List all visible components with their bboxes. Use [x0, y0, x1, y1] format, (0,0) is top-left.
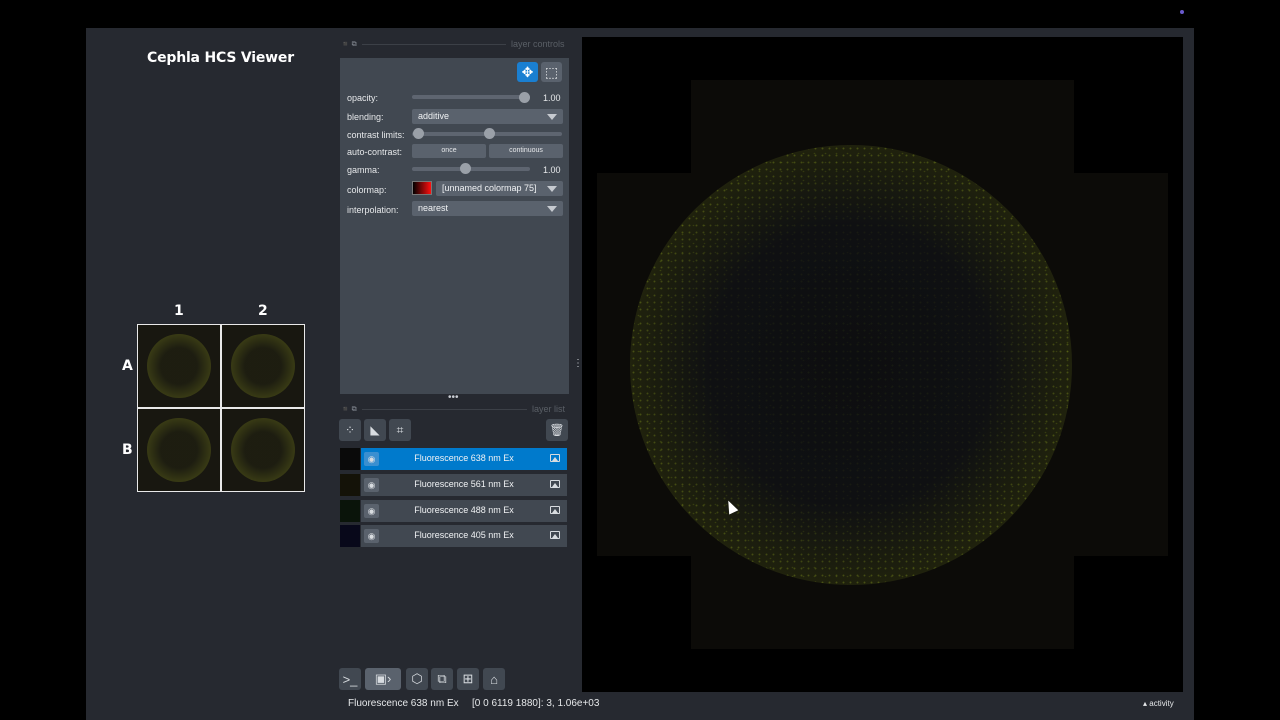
plate-row-label: B: [122, 442, 133, 458]
chevron-down-icon: [547, 206, 557, 212]
fluorescence-signal: [630, 145, 1072, 585]
layer-row[interactable]: ◉ Fluorescence 638 nm Ex: [340, 448, 567, 470]
image-layer-icon: [550, 531, 560, 539]
2d-3d-toggle-icon[interactable]: ▣›: [365, 668, 401, 690]
activity-toggle[interactable]: ▴ activity: [1143, 699, 1174, 708]
layer-name: Fluorescence 638 nm Ex: [414, 453, 514, 463]
image-layer-icon: [550, 506, 560, 514]
image-canvas[interactable]: [582, 37, 1183, 692]
contrast-limits-label: contrast limits:: [347, 130, 405, 140]
image-layer-icon: [550, 480, 560, 488]
transform-icon[interactable]: ⬚: [541, 62, 562, 82]
gamma-label: gamma:: [347, 165, 380, 175]
pan-zoom-icon[interactable]: ✥: [517, 62, 538, 82]
gamma-slider[interactable]: [412, 167, 530, 171]
opacity-label: opacity:: [347, 93, 379, 103]
colormap-select[interactable]: [unnamed colormap 75]: [436, 181, 563, 196]
well-b1[interactable]: [138, 409, 220, 491]
status-layer-name: Fluorescence 638 nm Ex: [348, 698, 459, 709]
gamma-slider-handle[interactable]: [460, 163, 471, 174]
delete-layer-icon[interactable]: 🗑: [546, 419, 568, 441]
colormap-swatch[interactable]: [412, 181, 432, 195]
shapes-layer-icon[interactable]: ◣: [364, 419, 386, 441]
auto-contrast-once-button[interactable]: once: [412, 144, 486, 158]
plate-column-label: 2: [258, 303, 268, 319]
layer-name: Fluorescence 488 nm Ex: [414, 505, 514, 515]
dock-divider: [362, 44, 506, 45]
transpose-icon[interactable]: ⧉: [431, 668, 453, 690]
dock-divider: [362, 409, 527, 410]
dock-resize-handle[interactable]: •••: [448, 392, 459, 403]
colormap-value: [unnamed colormap 75]: [442, 183, 537, 193]
opacity-slider[interactable]: [412, 95, 530, 99]
blending-value: additive: [418, 111, 450, 121]
chevron-down-icon: [547, 114, 557, 120]
plate-row-label: A: [122, 358, 133, 374]
well-b2[interactable]: [222, 409, 304, 491]
contrast-min-handle[interactable]: [413, 128, 424, 139]
colormap-label: colormap:: [347, 185, 387, 195]
interpolation-label: interpolation:: [347, 205, 399, 215]
layer-name: Fluorescence 561 nm Ex: [414, 479, 514, 489]
contrast-max-handle[interactable]: [484, 128, 495, 139]
labels-layer-icon[interactable]: ⌗: [389, 419, 411, 441]
console-icon[interactable]: >_: [339, 668, 361, 690]
layer-thumbnail: [340, 500, 360, 522]
layer-name: Fluorescence 405 nm Ex: [414, 530, 514, 540]
indicator-dot: [1180, 10, 1184, 14]
blending-select[interactable]: additive: [412, 109, 563, 124]
blending-label: blending:: [347, 112, 384, 122]
image-layer-icon: [550, 454, 560, 462]
auto-contrast-continuous-button[interactable]: continuous: [489, 144, 563, 158]
interpolation-value: nearest: [418, 203, 449, 213]
home-icon[interactable]: ⌂: [483, 668, 505, 690]
well-a1[interactable]: [138, 325, 220, 407]
opacity-value: 1.00: [543, 93, 561, 103]
auto-contrast-label: auto-contrast:: [347, 147, 403, 157]
layer-row[interactable]: ◉ Fluorescence 561 nm Ex: [340, 474, 567, 496]
opacity-slider-handle[interactable]: [519, 92, 530, 103]
interpolation-select[interactable]: nearest: [412, 201, 563, 216]
layer-thumbnail: [340, 448, 360, 470]
dock-title-layer-controls: layer controls: [511, 39, 565, 49]
layer-row[interactable]: ◉ Fluorescence 488 nm Ex: [340, 500, 567, 522]
grid-icon[interactable]: ⊞: [457, 668, 479, 690]
layer-thumbnail: [340, 525, 360, 547]
layer-thumbnail: [340, 474, 360, 496]
chevron-down-icon: [547, 186, 557, 192]
plate-column-label: 1: [174, 303, 184, 319]
app-title: Cephla HCS Viewer: [147, 50, 294, 66]
status-coordinates: [0 0 6119 1880]: 3, 1.06e+03: [472, 698, 600, 709]
well-a2[interactable]: [222, 325, 304, 407]
dock-float-icons[interactable]: ◾ ⧉: [341, 40, 357, 49]
dock-title-layer-list: layer list: [532, 404, 566, 414]
dock-float-icons[interactable]: ◾ ⧉: [341, 405, 357, 414]
gamma-value: 1.00: [543, 165, 561, 175]
roll-icon[interactable]: ⬡: [406, 668, 428, 690]
layer-row[interactable]: ◉ Fluorescence 405 nm Ex: [340, 525, 567, 547]
points-layer-icon[interactable]: ⁘: [339, 419, 361, 441]
well-plate-grid: [137, 324, 305, 492]
